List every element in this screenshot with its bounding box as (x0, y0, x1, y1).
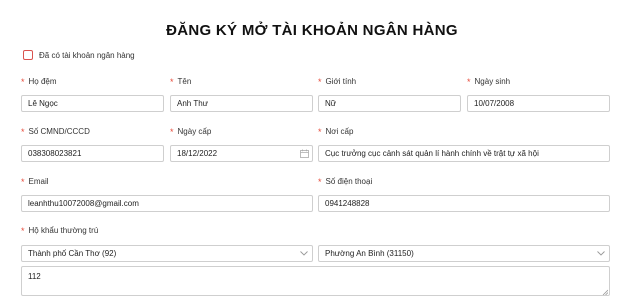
existing-account-row[interactable]: Đã có tài khoản ngân hàng (23, 50, 135, 60)
resize-handle-icon[interactable] (602, 288, 609, 296)
so-dien-thoai-label: * Số điện thoại (318, 176, 373, 187)
existing-account-label: Đã có tài khoản ngân hàng (39, 50, 135, 60)
so-cmnd-label: * Số CMND/CCCD (21, 126, 90, 137)
ngay-cap-label: * Ngày cấp (170, 126, 212, 137)
email-label: * Email (21, 176, 49, 187)
noi-cap-input[interactable]: Cục trưởng cục cảnh sát quản lí hành chí… (318, 145, 610, 162)
address-value: 112 (28, 272, 41, 281)
existing-account-checkbox[interactable] (23, 50, 33, 60)
page-title: ĐĂNG KÝ MỞ TÀI KHOẢN NGÂN HÀNG (166, 22, 458, 39)
ho-dem-input[interactable]: Lê Ngọc (21, 95, 164, 112)
calendar-icon[interactable] (296, 149, 312, 158)
so-cmnd-input[interactable]: 038308023821 (21, 145, 164, 162)
ward-select[interactable]: Phường An Bình (31150) (318, 245, 610, 262)
ngay-sinh-input[interactable]: 10/07/2008 (467, 95, 610, 112)
required-mark: * (21, 76, 25, 87)
ten-label: * Tên (170, 76, 192, 87)
ngay-cap-input[interactable]: 18/12/2022 (170, 145, 313, 162)
chevron-down-icon[interactable] (593, 251, 609, 256)
gioi-tinh-input[interactable]: Nữ (318, 95, 461, 112)
ten-input[interactable]: Anh Thư (170, 95, 313, 112)
province-select[interactable]: Thành phố Cần Thơ (92) (21, 245, 313, 262)
email-input[interactable]: leanhthu10072008@gmail.com (21, 195, 313, 212)
ho-khau-label: * Hộ khẩu thường trú (21, 225, 99, 236)
so-dien-thoai-input[interactable]: 0941248828 (318, 195, 610, 212)
ngay-sinh-label: * Ngày sinh (467, 76, 511, 87)
noi-cap-label: * Nơi cấp (318, 126, 354, 137)
address-textarea[interactable]: 112 (21, 266, 610, 296)
chevron-down-icon[interactable] (296, 251, 312, 256)
ho-dem-label: * Họ đệm (21, 76, 57, 87)
gioi-tinh-label: * Giới tính (318, 76, 357, 87)
